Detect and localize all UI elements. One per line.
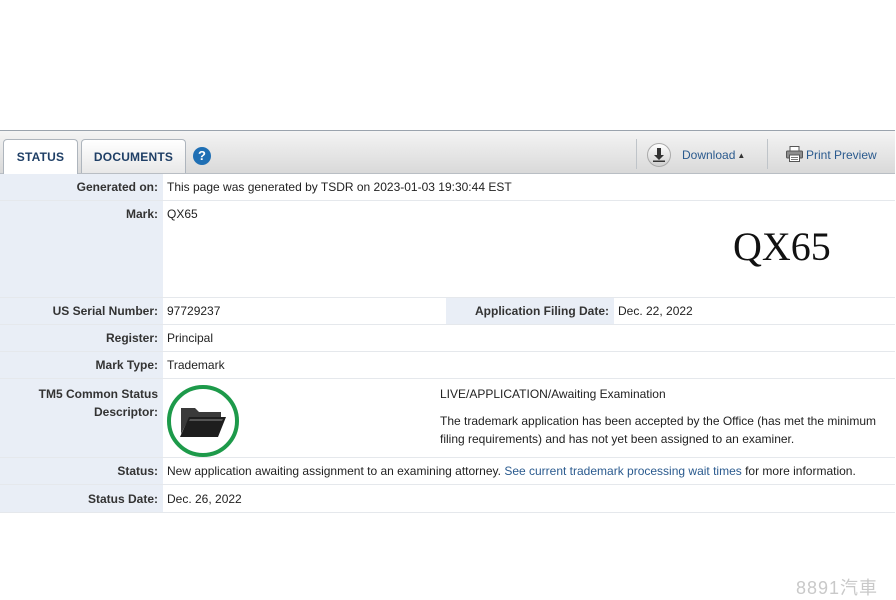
download-arrow-icon bbox=[647, 143, 671, 167]
tm5-status-description: The trademark application has been accep… bbox=[440, 414, 877, 446]
tm5-status-title: LIVE/APPLICATION/Awaiting Examination bbox=[440, 387, 666, 401]
tab-bar: STATUS DOCUMENTS ? Download ▲ Print Prev… bbox=[0, 131, 895, 174]
tab-status[interactable]: STATUS bbox=[3, 139, 78, 174]
wait-times-link[interactable]: See current trademark processing wait ti… bbox=[504, 464, 741, 478]
generated-on-label: Generated on: bbox=[0, 174, 163, 200]
generated-on-value: This page was generated by TSDR on 2023-… bbox=[167, 180, 512, 194]
status-label: Status: bbox=[0, 458, 163, 484]
printer-icon bbox=[786, 145, 803, 165]
mark-value: QX65 bbox=[167, 207, 198, 221]
row-generated-on: Generated on: This page was generated by… bbox=[0, 174, 895, 201]
register-label: Register: bbox=[0, 325, 163, 351]
status-suffix: for more information. bbox=[745, 464, 856, 478]
tm5-label-line2: Descriptor: bbox=[93, 405, 158, 419]
mark-type-label: Mark Type: bbox=[0, 352, 163, 378]
status-text: New application awaiting assignment to a… bbox=[167, 464, 501, 478]
filing-date-value: Dec. 22, 2022 bbox=[618, 304, 693, 318]
toolbar-separator bbox=[767, 139, 768, 169]
mark-type-value: Trademark bbox=[167, 358, 225, 372]
tsdr-panel: STATUS DOCUMENTS ? Download ▲ Print Prev… bbox=[0, 130, 895, 513]
row-serial-number: US Serial Number: 97729237 Application F… bbox=[0, 298, 895, 325]
download-button[interactable]: Download ▲ bbox=[645, 143, 745, 167]
row-mark-type: Mark Type: Trademark bbox=[0, 352, 895, 379]
row-register: Register: Principal bbox=[0, 325, 895, 352]
filing-date-label: Application Filing Date: bbox=[446, 298, 614, 324]
print-preview-label: Print Preview bbox=[806, 148, 877, 162]
tm5-description-block: LIVE/APPLICATION/Awaiting Examination Th… bbox=[440, 385, 885, 448]
row-tm5-status: TM5 Common Status Descriptor: LIVE/APPLI… bbox=[0, 379, 895, 458]
open-folder-icon bbox=[167, 385, 239, 457]
tm5-label: TM5 Common Status Descriptor: bbox=[0, 379, 163, 457]
toolbar-separator bbox=[636, 139, 637, 169]
row-status: Status: New application awaiting assignm… bbox=[0, 458, 895, 485]
print-preview-button[interactable]: Print Preview bbox=[786, 143, 877, 167]
download-label: Download bbox=[682, 148, 736, 162]
mark-image: QX65 bbox=[733, 224, 831, 269]
help-circle-icon[interactable]: ? bbox=[193, 147, 211, 165]
register-value: Principal bbox=[167, 331, 214, 345]
tab-documents[interactable]: DOCUMENTS bbox=[81, 139, 186, 173]
caret-up-icon: ▲ bbox=[737, 150, 746, 160]
serial-number-label: US Serial Number: bbox=[0, 298, 163, 324]
row-mark: Mark: QX65 QX65 bbox=[0, 201, 895, 298]
mark-label: Mark: bbox=[0, 201, 163, 297]
status-date-label: Status Date: bbox=[0, 485, 163, 512]
serial-number-value: 97729237 bbox=[167, 304, 221, 318]
tm5-label-line1: TM5 Common Status bbox=[38, 387, 158, 401]
row-status-date: Status Date: Dec. 26, 2022 bbox=[0, 485, 895, 513]
status-value: New application awaiting assignment to a… bbox=[167, 464, 856, 478]
status-date-value: Dec. 26, 2022 bbox=[167, 492, 242, 506]
watermark: 8891汽車 bbox=[796, 578, 879, 598]
